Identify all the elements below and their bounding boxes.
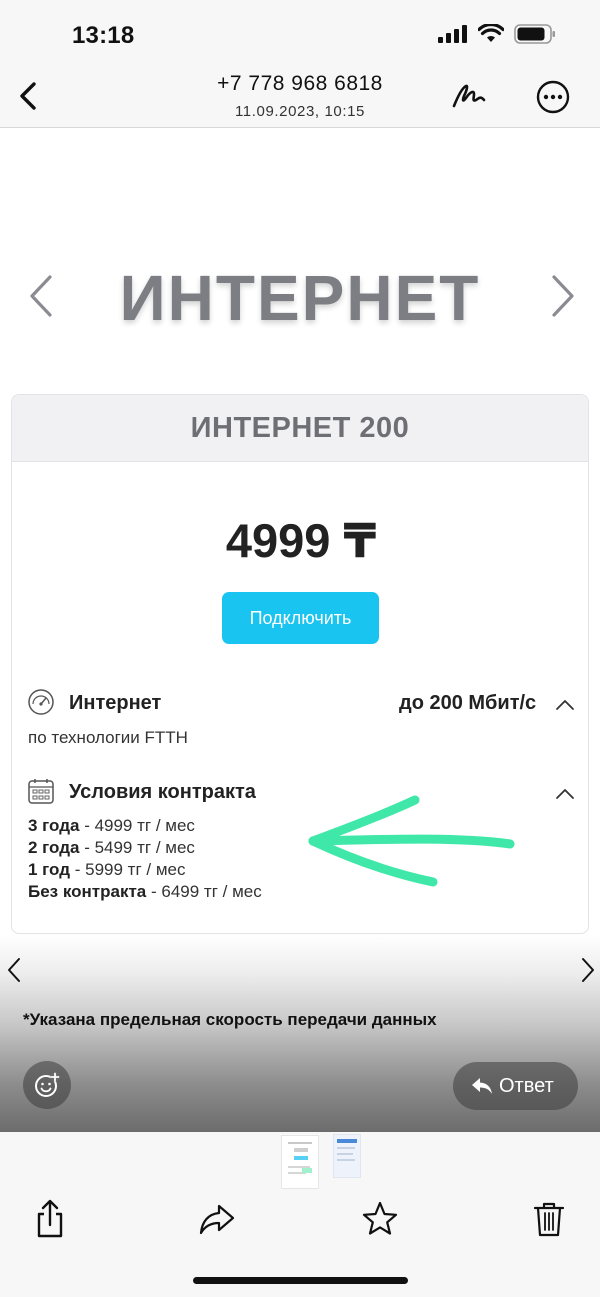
- share-icon[interactable]: [30, 1198, 70, 1240]
- contract-terms-list: 3 года - 4999 тг / мес 2 года - 5499 тг …: [28, 815, 262, 903]
- trash-icon[interactable]: [529, 1198, 569, 1240]
- calendar-icon: [28, 779, 54, 804]
- bottom-toolbar: [0, 1132, 600, 1297]
- thumbnail-item[interactable]: [333, 1134, 361, 1178]
- chevron-right-icon: [552, 275, 574, 317]
- thumbnail-item[interactable]: [281, 1135, 319, 1189]
- annotation-arrow: [308, 795, 515, 887]
- contract-term-row: 3 года - 4999 тг / мес: [28, 816, 195, 835]
- chevron-up-icon: [556, 789, 574, 799]
- message-nav-header: +7 778 968 6818 11.09.2023, 10:15: [0, 62, 600, 128]
- speed-footnote: *Указана предельная скорость передачи да…: [23, 1010, 437, 1029]
- tariff-card-title: ИНТЕРНЕТ 200: [12, 395, 588, 462]
- reply-arrow-icon: [472, 1078, 492, 1094]
- speedometer-icon: [28, 689, 54, 715]
- cellular-signal-icon: [438, 25, 467, 43]
- reply-button[interactable]: Ответ: [453, 1062, 578, 1110]
- chevron-left-icon[interactable]: [4, 955, 24, 985]
- message-timestamp: 11.09.2023, 10:15: [234, 103, 366, 120]
- contract-term-row: 1 год - 5999 тг / мес: [28, 860, 186, 879]
- internet-section-title: Интернет: [69, 692, 162, 714]
- chevron-right-icon[interactable]: [578, 955, 598, 985]
- internet-technology: по технологии FTTH: [28, 728, 188, 747]
- reply-label: Ответ: [499, 1075, 554, 1097]
- contract-section-title: Условия контракта: [69, 781, 256, 803]
- status-time: 13:18: [72, 22, 135, 49]
- battery-icon: [514, 24, 555, 44]
- home-indicator: [193, 1277, 408, 1284]
- status-icons: [438, 24, 556, 44]
- contract-term-row: 2 года - 5499 тг / мес: [28, 838, 195, 857]
- hero-title: ИНТЕРНЕТ: [119, 262, 481, 334]
- contract-term-row: Без контракта - 6499 тг / мес: [28, 882, 262, 901]
- internet-speed: до 200 Мбит/с: [399, 692, 537, 714]
- star-icon[interactable]: [360, 1198, 400, 1240]
- markup-pen-icon[interactable]: [448, 78, 492, 114]
- ellipsis-circle-icon[interactable]: [535, 79, 571, 115]
- tariff-price: 4999 ₸: [225, 514, 377, 567]
- smiley-add-icon: [35, 1072, 60, 1097]
- attached-image[interactable]: ИНТЕРНЕТ ИНТЕРНЕТ 200 4999 ₸ Подключить …: [0, 129, 600, 1132]
- status-bar: 13:18: [0, 0, 600, 62]
- connect-button: Подключить: [222, 592, 379, 644]
- chevron-up-icon: [556, 700, 574, 710]
- add-reaction-button[interactable]: [23, 1061, 71, 1109]
- forward-icon[interactable]: [197, 1198, 237, 1240]
- wifi-icon: [478, 24, 504, 42]
- sender-phone-number: +7 778 968 6818: [217, 72, 383, 95]
